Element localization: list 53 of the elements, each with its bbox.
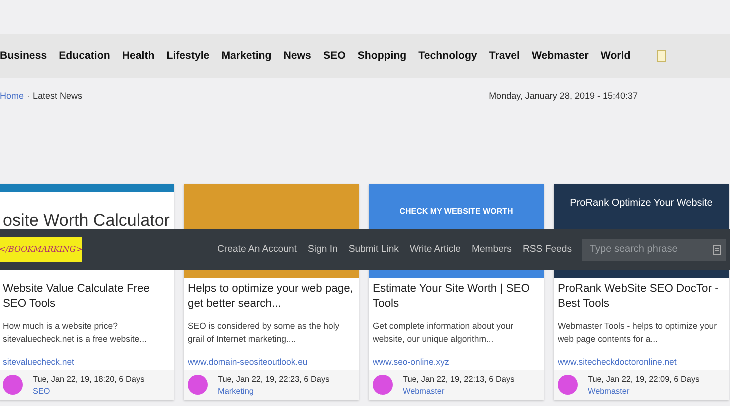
category-link[interactable]: Health (122, 50, 155, 62)
card-description: Get complete information about your website, our unique algorithm... (373, 320, 515, 346)
category-link[interactable]: Webmaster (403, 386, 515, 396)
screenshot-heading: osite Worth Calculator (3, 211, 170, 232)
screenshot-heading: CHECK MY WEBSITE WORTH (400, 206, 514, 216)
category-link[interactable]: Shopping (358, 50, 407, 62)
post-date: Tue, Jan 22, 19, 22:13, 6 Days (403, 374, 515, 384)
card-description: How much is a website price? sitevaluecheck.net is a free website... (3, 320, 148, 346)
category-link[interactable]: Business (0, 50, 48, 62)
card-title[interactable]: Estimate Your Site Worth | SEO Tools (373, 282, 540, 312)
avatar-icon (188, 375, 208, 396)
site-link[interactable]: www.seo-online.xyz (373, 357, 450, 368)
nav-link[interactable]: Write Article (410, 244, 461, 255)
category-link[interactable]: SEO (33, 386, 145, 396)
avatar-icon (373, 375, 393, 396)
category-link[interactable]: Webmaster (532, 50, 589, 62)
card-title[interactable]: ProRank WebSite SEO DocTor - Best Tools (558, 282, 725, 312)
category-link[interactable]: Education (59, 50, 110, 62)
category-link[interactable]: Lifestyle (166, 50, 210, 62)
category-link[interactable]: World (600, 50, 631, 62)
card-title[interactable]: Helps to optimize your web page, get better search... (188, 282, 355, 312)
logo: </BOOKMARKING> (0, 237, 82, 262)
card-title[interactable]: Website Value Calculate Free SEO Tools (3, 282, 170, 312)
post-date: Tue, Jan 22, 19, 22:23, 6 Days (218, 374, 330, 384)
avatar-icon (3, 375, 23, 396)
category-link[interactable]: SEO (323, 50, 346, 62)
card-description: SEO is considered by some as the holy grail of Internet marketing.... (188, 320, 341, 346)
screenshot-heading: ProRank Optimize Your Website (570, 198, 713, 210)
nav-link[interactable]: Create An Account (217, 244, 297, 255)
breadcrumb-separator: · (27, 91, 30, 101)
nav-link[interactable]: Sign In (308, 244, 338, 255)
search-field[interactable]: Type search phrase (582, 238, 726, 260)
category-link[interactable]: Technology (418, 50, 478, 62)
category-link[interactable]: News (284, 50, 312, 62)
nav-link[interactable]: RSS Feeds (522, 244, 572, 255)
category-link[interactable]: Marketing (218, 386, 330, 396)
site-link[interactable]: sitevaluecheck.net (3, 357, 74, 368)
category-link[interactable]: Webmaster (588, 386, 700, 396)
site-link[interactable]: www.sitecheckdoctoronline.net (558, 357, 677, 368)
image-icon (657, 50, 666, 62)
category-link[interactable]: Travel (489, 50, 520, 62)
category-link[interactable]: Marketing (222, 50, 272, 62)
home-link[interactable]: Home (0, 91, 24, 101)
post-date: Tue, Jan 22, 19, 18:20, 6 Days (33, 374, 145, 384)
card-description: Webmaster Tools - helps to optimize your web page contents for a... (558, 320, 718, 346)
date-time: Monday, January 28, 2019 - 15:40:37 (489, 91, 638, 101)
nav-link[interactable]: Submit Link (348, 244, 399, 255)
site-link[interactable]: www.domain-seositeoutlook.eu (188, 357, 308, 368)
avatar-icon (558, 375, 578, 396)
search-icon[interactable] (713, 244, 721, 254)
breadcrumb-current: Latest News (33, 91, 83, 101)
nav-link[interactable]: Members (472, 244, 512, 255)
post-date: Tue, Jan 22, 19, 22:09, 6 Days (588, 374, 700, 384)
